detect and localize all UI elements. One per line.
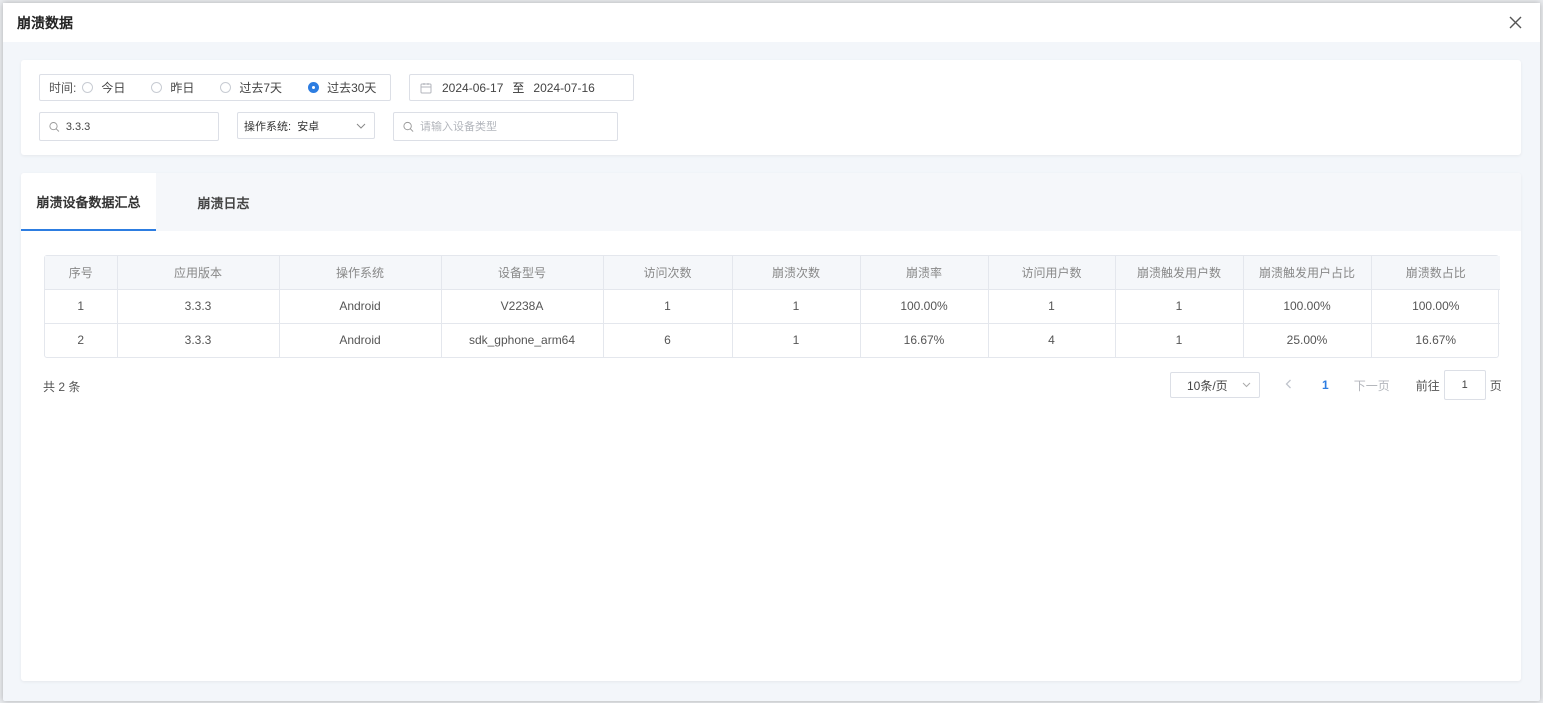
crash-table: 序号 应用版本 操作系统 设备型号 访问次数 崩溃次数 崩溃率 访问用户数 崩溃…: [44, 255, 1500, 358]
table-header: 设备型号: [441, 256, 604, 290]
device-input[interactable]: [420, 120, 617, 133]
content-panel: 崩溃设备数据汇总 崩溃日志 序号 应用版本 操作系统 设备型号 访问次数 崩溃次…: [21, 173, 1521, 681]
time-range-radio-group: 时间: 今日 昨日 过去7天 过去30天: [39, 74, 391, 101]
table-row: 2 3.3.3 Android sdk_gphone_arm64 6 1 16.…: [45, 323, 1500, 357]
table-header: 崩溃数占比: [1371, 256, 1500, 290]
radio-icon: [82, 82, 94, 93]
page-size-value: 10条/页: [1187, 378, 1228, 393]
goto-label: 前往: [1415, 378, 1440, 393]
radio-last-7-days[interactable]: 过去7天: [220, 79, 282, 96]
chevron-down-icon: [1242, 382, 1251, 388]
chevron-down-icon: [356, 123, 366, 129]
close-button[interactable]: [1504, 12, 1526, 34]
table-header: 访问用户数: [988, 256, 1116, 290]
table-cell: 3.3.3: [117, 323, 280, 357]
os-label: 操作系统:: [244, 120, 292, 133]
os-select[interactable]: 操作系统: 安卓: [237, 112, 375, 139]
table-header: 崩溃次数: [732, 256, 861, 290]
date-range-picker[interactable]: 2024-06-17 至 2024-07-16: [409, 74, 634, 101]
total-count: 共 2 条: [43, 380, 81, 394]
table-header: 操作系统: [279, 256, 442, 290]
version-input[interactable]: [65, 120, 218, 133]
table-cell: 3.3.3: [117, 289, 280, 324]
table-cell: 100.00%: [1243, 289, 1372, 324]
table-header-row: 序号 应用版本 操作系统 设备型号 访问次数 崩溃次数 崩溃率 访问用户数 崩溃…: [45, 256, 1500, 290]
date-start[interactable]: 2024-06-17: [442, 81, 503, 95]
table-cell: Android: [279, 289, 442, 324]
table-header: 崩溃触发用户占比: [1243, 256, 1372, 290]
table-cell: 1: [1115, 289, 1244, 324]
table-row: 1 3.3.3 Android V2238A 1 1 100.00% 1 1 1…: [45, 289, 1500, 324]
search-icon: [49, 121, 60, 132]
goto-unit: 页: [1489, 378, 1502, 393]
table-cell: 16.67%: [1415, 333, 1457, 348]
table-header: 崩溃触发用户数: [1115, 256, 1244, 290]
table-cell: 100.00%: [1371, 289, 1500, 324]
page-size-select[interactable]: 10条/页: [1170, 372, 1260, 398]
radio-checked-icon: [308, 82, 320, 93]
table-cell: 2: [45, 323, 118, 357]
radio-label: 今日: [101, 81, 126, 95]
table-cell: 6: [603, 323, 733, 357]
table-cell: V2238A: [441, 289, 604, 324]
table-cell: 1: [988, 289, 1116, 324]
version-search[interactable]: [39, 112, 219, 141]
tab-crash-log[interactable]: 崩溃日志: [156, 173, 291, 231]
radio-last-30-days[interactable]: 过去30天: [308, 79, 376, 96]
crash-data-modal: 崩溃数据 时间: 今日 昨日 过去7天 过去30天 2024-06-17 至 2…: [3, 3, 1540, 701]
page-number[interactable]: 1: [1322, 378, 1329, 392]
radio-label: 过去7天: [239, 81, 283, 95]
goto-page-input[interactable]: [1443, 370, 1486, 400]
modal-title: 崩溃数据: [17, 14, 73, 31]
table-cell: 100.00%: [860, 289, 989, 324]
radio-yesterday[interactable]: 昨日: [151, 79, 194, 96]
search-icon: [403, 121, 414, 132]
radio-icon: [151, 82, 163, 93]
time-label: 时间:: [49, 81, 77, 95]
calendar-icon: [420, 82, 432, 93]
radio-today[interactable]: 今日: [82, 79, 125, 96]
table-cell: 1: [45, 289, 118, 324]
radio-label: 过去30天: [327, 81, 377, 95]
table-header: 崩溃率: [860, 256, 989, 290]
date-end[interactable]: 2024-07-16: [533, 81, 594, 95]
table-cell: sdk_gphone_arm64: [441, 323, 604, 357]
table-cell: 25.00%: [1243, 323, 1372, 357]
table-cell: 1: [603, 289, 733, 324]
tab-bar: 崩溃设备数据汇总 崩溃日志: [21, 173, 1521, 231]
radio-label: 昨日: [170, 81, 195, 95]
tab-crash-device-summary[interactable]: 崩溃设备数据汇总: [21, 173, 156, 231]
os-value: 安卓: [297, 120, 320, 133]
table-header: 序号: [45, 256, 118, 290]
pagination: 10条/页 1 下一页 前往 页: [1170, 370, 1502, 400]
filter-panel: 时间: 今日 昨日 过去7天 过去30天 2024-06-17 至 2024-0…: [21, 60, 1521, 155]
next-page-button[interactable]: 下一页: [1354, 377, 1390, 394]
date-separator: 至: [512, 81, 525, 95]
device-search[interactable]: [393, 112, 618, 141]
chevron-left-icon: [1285, 379, 1291, 389]
close-icon: [1509, 16, 1521, 29]
table-cell: 4: [988, 323, 1116, 357]
table-cell: 1: [732, 323, 861, 357]
table-cell: 16.67%: [860, 323, 989, 357]
radio-icon: [220, 82, 232, 93]
table-cell: 1: [1115, 323, 1244, 357]
table-cell: Android: [279, 323, 442, 357]
table-cell: 1: [732, 289, 861, 324]
table-header: 访问次数: [603, 256, 733, 290]
modal-header: 崩溃数据: [3, 3, 1540, 42]
table-header: 应用版本: [117, 256, 280, 290]
prev-page-button[interactable]: [1285, 378, 1292, 392]
